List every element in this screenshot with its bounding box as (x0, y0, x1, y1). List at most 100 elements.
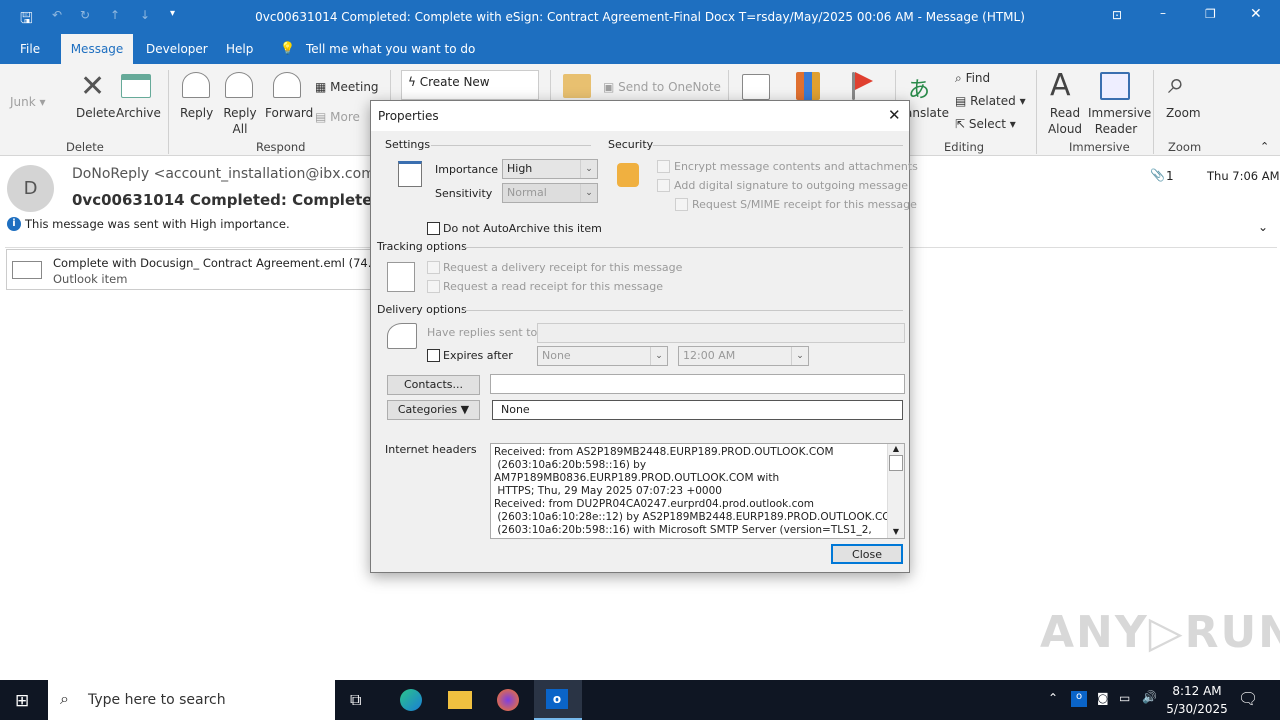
encrypt-label: Encrypt message contents and attachments (674, 160, 918, 173)
move-folder-icon[interactable] (563, 74, 591, 98)
delivery-receipt-checkbox[interactable] (427, 261, 440, 274)
network-icon[interactable]: ▭ (1119, 691, 1130, 705)
archive-button[interactable]: Archive (116, 105, 161, 121)
clock-date[interactable]: 5/30/2025 (1164, 702, 1230, 716)
smime-label: Request S/MIME receipt for this message (692, 198, 917, 211)
chevron-down-icon: ⌄ (580, 160, 597, 178)
expand-header-icon[interactable]: ⌄ (1258, 220, 1268, 234)
tell-me-search[interactable]: Tell me what you want to do (298, 34, 483, 64)
importance-note: This message was sent with High importan… (25, 217, 290, 231)
divider (431, 145, 591, 146)
file-explorer-icon[interactable] (448, 691, 472, 709)
more-button[interactable]: ▤ More (315, 109, 360, 125)
importance-label: Importance (435, 163, 499, 176)
headers-label: Internet headers (385, 443, 477, 456)
attachment-item[interactable]: Complete with Docusign_ Contract Agreeme… (6, 249, 402, 290)
tab-developer[interactable]: Developer (138, 34, 216, 64)
sensitivity-label: Sensitivity (435, 187, 493, 200)
tab-message[interactable]: Message (61, 34, 133, 64)
delete-icon: ✕ (80, 69, 106, 104)
contacts-button[interactable]: Contacts... (387, 375, 480, 395)
reply-button[interactable]: Reply (180, 105, 213, 121)
collapse-ribbon-icon[interactable]: ⌃ (1260, 140, 1269, 153)
info-icon: i (7, 217, 21, 231)
read-aloud-button[interactable]: Read Aloud (1046, 105, 1084, 137)
show-hidden-icons[interactable]: ⌃ (1048, 691, 1058, 705)
digital-signature-checkbox[interactable] (657, 179, 670, 192)
header-line: HTTPS; Thu, 29 May 2025 07:07:23 +0000 (494, 485, 722, 497)
assign-policy-icon[interactable] (742, 74, 770, 100)
lightbulb-icon: 💡 (280, 41, 295, 55)
window-title: 0vc00631014 Completed: Complete with eSi… (255, 10, 1025, 24)
header-line: (2603:10a6:20b:598::16) with Microsoft S… (494, 524, 872, 536)
quick-steps-gallery[interactable]: ϟ Create New (401, 70, 539, 100)
replies-to-label: Have replies sent to (427, 326, 538, 339)
immersive-reader-button[interactable]: Immersive Reader (1088, 105, 1151, 137)
delete-button[interactable]: Delete (76, 105, 115, 121)
ribbon-tabs: File Message Developer Help 💡 Tell me wh… (0, 34, 1280, 64)
expires-time-select[interactable]: 12:00 AM ⌄ (678, 346, 809, 366)
expires-checkbox[interactable] (427, 349, 440, 362)
outlook-tray-icon[interactable]: o (1071, 691, 1087, 707)
windows-start-icon[interactable]: ⊞ (15, 691, 29, 711)
close-button[interactable]: Close (831, 544, 903, 564)
importance-select[interactable]: High ⌄ (502, 159, 598, 179)
headers-textarea[interactable]: Received: from AS2P189MB2448.EURP189.PRO… (490, 443, 905, 539)
tab-file[interactable]: File (12, 34, 48, 64)
sensitivity-select[interactable]: Normal ⌄ (502, 183, 598, 203)
chevron-down-icon: ⌄ (580, 184, 597, 202)
clock-time[interactable]: 8:12 AM (1168, 684, 1226, 698)
notifications-icon[interactable]: 🗨 (1238, 689, 1258, 708)
junk-button[interactable]: Junk ▾ (10, 94, 46, 110)
zoom-icon: ⌕ (1168, 66, 1185, 101)
divider (168, 70, 169, 154)
categorize-icon[interactable] (796, 72, 820, 100)
watermark-logo: ANY▷RUN (1040, 607, 1280, 658)
follow-up-icon[interactable] (852, 72, 873, 100)
minimize-button[interactable]: – (1160, 6, 1166, 20)
expires-date-select[interactable]: None ⌄ (537, 346, 668, 366)
related-button[interactable]: ▤ Related ▾ (955, 93, 1026, 109)
delivery-label: Delivery options (377, 303, 467, 316)
forward-button[interactable]: Forward (265, 105, 313, 121)
volume-icon[interactable]: 🔊 (1142, 690, 1157, 704)
attachment-type: Outlook item (53, 272, 128, 286)
more-icon: ▤ (315, 110, 327, 124)
smime-checkbox[interactable] (675, 198, 688, 211)
dialog-close-icon[interactable]: ✕ (888, 106, 901, 124)
translate-button[interactable]: anslate (905, 105, 949, 121)
scroll-up-icon[interactable]: ▲ (888, 444, 904, 453)
send-to-onenote-button[interactable]: ▣ Send to OneNote (603, 79, 721, 95)
task-view-icon[interactable]: ⧉ (350, 690, 361, 710)
lock-key-icon (617, 163, 639, 187)
outlook-taskbar-button[interactable]: o (534, 680, 582, 720)
search-icon: ⌕ (60, 689, 69, 708)
encrypt-checkbox[interactable] (657, 160, 670, 173)
select-button[interactable]: ⇱ Select ▾ (955, 116, 1016, 132)
headers-scrollbar[interactable]: ▲ ▼ (887, 444, 904, 538)
ribbon-display-icon[interactable]: ⊡ (1112, 8, 1122, 22)
close-window-button[interactable]: ✕ (1250, 6, 1262, 22)
translate-icon: あ (908, 78, 931, 103)
contacts-input[interactable] (490, 374, 905, 394)
camera-icon[interactable]: ◙ (1097, 691, 1109, 705)
replies-to-input[interactable] (537, 323, 905, 343)
find-button[interactable]: ⌕ Find (955, 70, 990, 86)
taskbar-search[interactable]: ⌕ Type here to search (48, 680, 335, 720)
group-editing-label: Editing (944, 140, 985, 154)
categories-button[interactable]: Categories ▼ (387, 400, 480, 420)
sender[interactable]: DoNoReply <account_installation@ibx.com> (72, 166, 387, 182)
firefox-icon[interactable] (497, 689, 519, 711)
tab-help[interactable]: Help (218, 34, 261, 64)
meeting-button[interactable]: ▦ Meeting (315, 79, 379, 95)
zoom-button[interactable]: Zoom (1166, 105, 1201, 121)
scroll-thumb[interactable] (889, 455, 903, 471)
taskbar: ⊞ ⌕ Type here to search ⧉ o ⌃ o ◙ ▭ 🔊 8:… (0, 680, 1280, 720)
restore-button[interactable]: ❐ (1205, 7, 1216, 21)
edge-icon[interactable] (400, 689, 422, 711)
autoarchive-checkbox[interactable] (427, 222, 440, 235)
forward-icon (273, 72, 301, 98)
read-receipt-checkbox[interactable] (427, 280, 440, 293)
reply-all-button[interactable]: Reply All (222, 105, 258, 137)
scroll-down-icon[interactable]: ▼ (888, 527, 904, 536)
